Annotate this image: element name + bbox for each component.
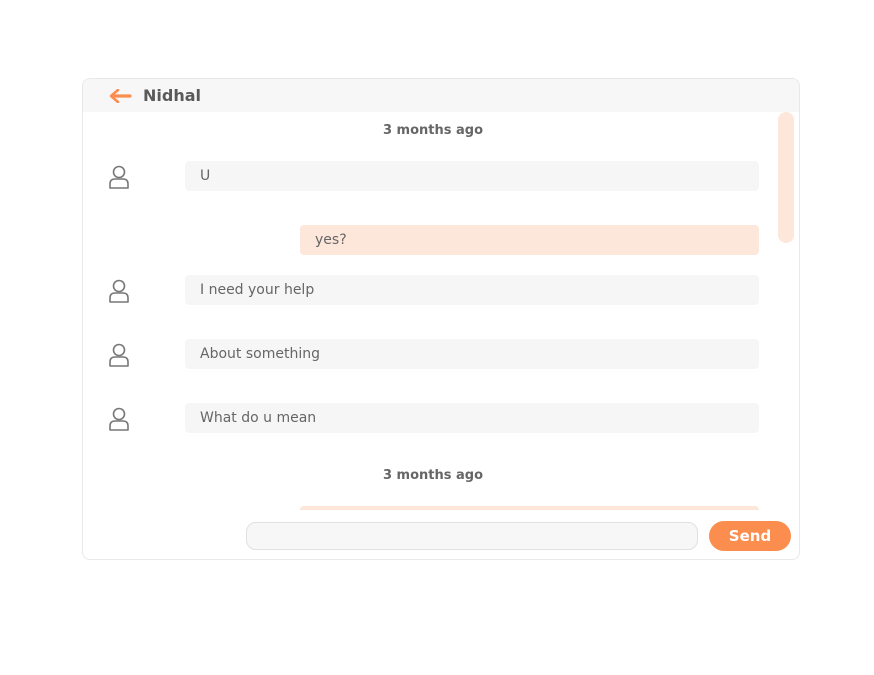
contact-name: Nidhal xyxy=(143,86,201,105)
back-button[interactable] xyxy=(109,86,133,106)
sent-message: yes? xyxy=(300,225,759,255)
chat-header: Nidhal xyxy=(83,79,799,112)
received-message: About something xyxy=(185,339,759,369)
message-timestamp: 3 months ago xyxy=(382,468,484,483)
user-icon xyxy=(107,342,131,368)
arrow-left-icon xyxy=(110,88,132,103)
user-icon xyxy=(107,278,131,304)
received-message: U xyxy=(185,161,759,191)
received-message: What do u mean xyxy=(185,403,759,433)
message-timestamp: 3 months ago xyxy=(382,123,484,138)
message-input[interactable] xyxy=(246,522,698,550)
user-icon xyxy=(107,406,131,432)
chat-window: Nidhal 3 months ago U yes? I need your h… xyxy=(82,78,800,560)
message-list[interactable]: 3 months ago U yes? I need your help Abo… xyxy=(83,112,799,510)
message-composer: Send xyxy=(83,510,799,559)
received-message: I need your help xyxy=(185,275,759,305)
scrollbar-thumb[interactable] xyxy=(778,112,794,243)
user-icon xyxy=(107,164,131,190)
send-button[interactable]: Send xyxy=(709,521,791,551)
